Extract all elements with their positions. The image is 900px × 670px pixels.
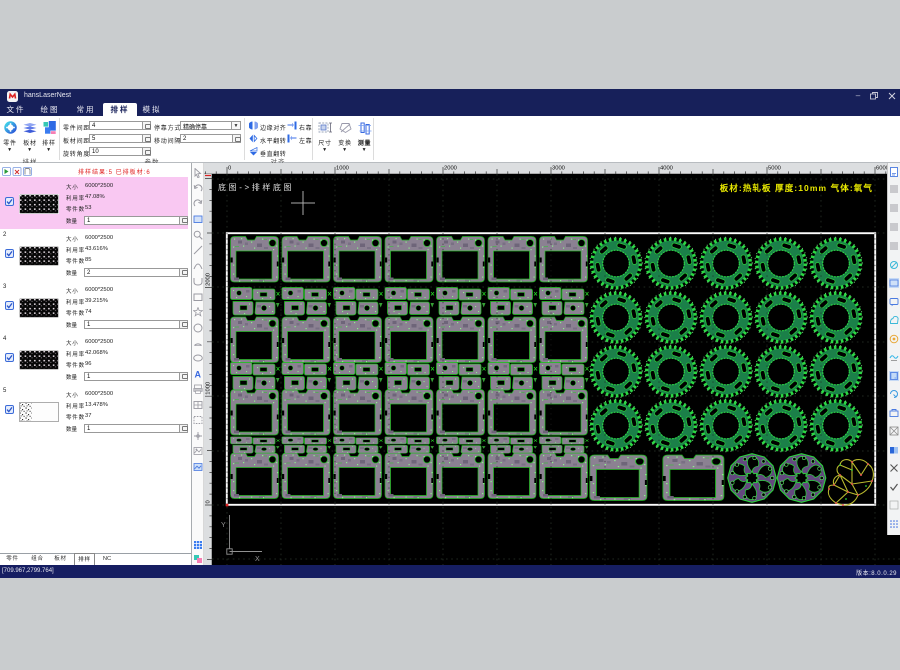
svg-text:0: 0	[206, 500, 212, 503]
svg-text:2000: 2000	[444, 166, 457, 172]
svg-text:5000: 5000	[768, 166, 781, 172]
svg-text:板材:热轧板 厚度:10mm 气体:氧气: 板材:热轧板 厚度:10mm 气体:氧气	[720, 183, 873, 193]
svg-text:6000: 6000	[876, 166, 887, 172]
svg-text:1000: 1000	[206, 382, 212, 395]
svg-text:X: X	[255, 556, 260, 563]
svg-text:底图->排样底图: 底图->排样底图	[218, 182, 294, 192]
svg-text:3000: 3000	[552, 166, 565, 172]
svg-text:2000: 2000	[206, 273, 212, 286]
svg-text:A: A	[195, 369, 202, 379]
svg-text:0: 0	[228, 166, 231, 172]
svg-text:4000: 4000	[660, 166, 673, 172]
svg-text:Y: Y	[221, 522, 226, 529]
svg-text:1000: 1000	[336, 166, 349, 172]
